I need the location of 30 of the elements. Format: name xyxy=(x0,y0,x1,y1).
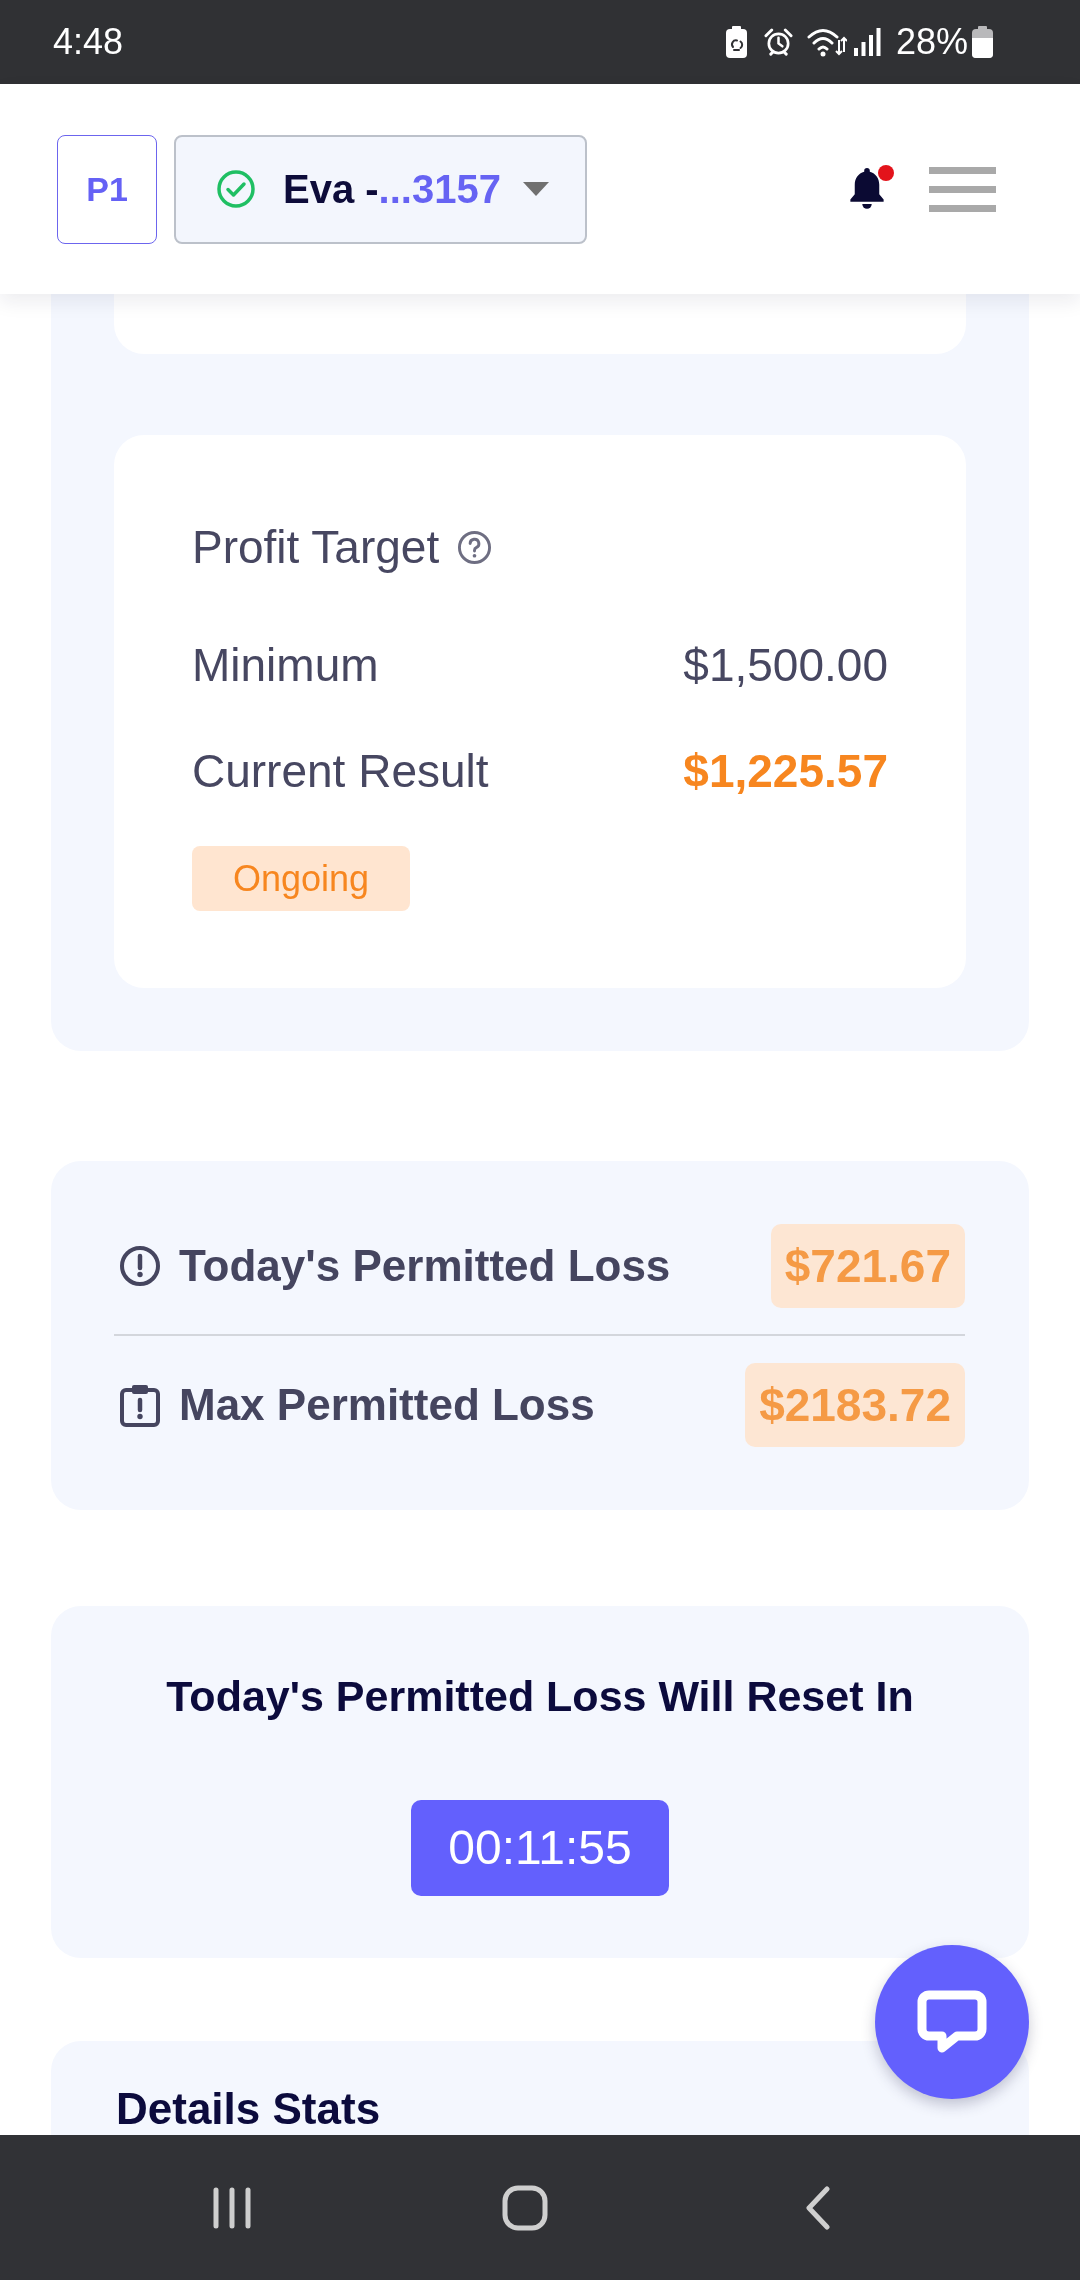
clipboard-exclamation-icon xyxy=(119,1383,161,1427)
alarm-clock-icon xyxy=(763,27,793,57)
loss-amount-badge: $2183.72 xyxy=(745,1363,965,1447)
target-label: Minimum xyxy=(192,638,379,693)
back-icon[interactable] xyxy=(805,2185,831,2230)
chat-bubble-icon xyxy=(916,1989,988,2055)
caret-down-icon xyxy=(522,182,549,196)
signal-bars-icon xyxy=(853,28,881,56)
status-time: 4:48 xyxy=(53,22,124,62)
account-dropdown[interactable]: Eva -...3157 xyxy=(174,134,587,244)
details-title: Details Stats xyxy=(116,2085,382,2133)
loss-limit-label: Max Permitted Loss xyxy=(179,1380,595,1430)
target-value: $1,500.00 xyxy=(683,638,888,693)
target-value: $1,225.57 xyxy=(683,744,888,799)
home-icon[interactable] xyxy=(502,2184,548,2231)
recent-apps-icon[interactable] xyxy=(212,2186,252,2229)
battery-percentage: 28% xyxy=(895,22,968,62)
wifi-icon xyxy=(806,26,847,58)
reset-title: Today's Permitted Loss Will Reset In xyxy=(165,1671,915,1722)
battery-icon xyxy=(972,26,993,58)
exclamation-circle-icon xyxy=(119,1244,161,1288)
status-badge: Ongoing xyxy=(192,846,411,911)
loss-amount-badge: $721.67 xyxy=(770,1224,965,1308)
loss-limit-label: Today's Permitted Loss xyxy=(179,1241,671,1291)
profit-target-title: Profit Target xyxy=(192,520,440,575)
battery-saver-icon xyxy=(725,26,747,58)
target-label: Current Result xyxy=(192,744,489,799)
countdown-timer: 00:11:55 xyxy=(411,1800,669,1896)
help-icon[interactable] xyxy=(457,529,493,565)
profile-button[interactable]: P1 xyxy=(57,134,157,244)
